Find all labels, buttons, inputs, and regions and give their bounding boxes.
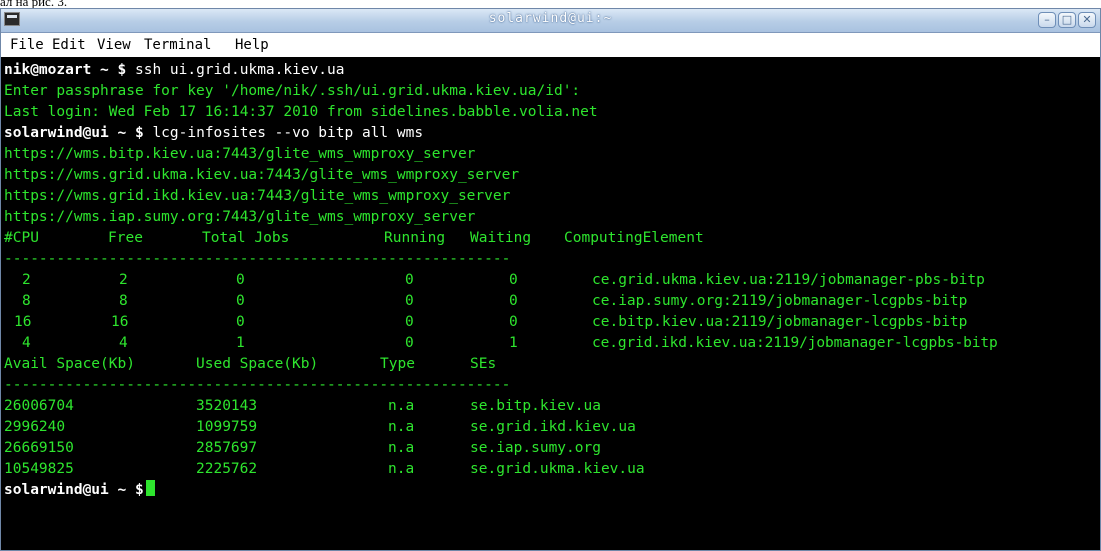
ce-waiting: 0 [509,314,518,330]
ce-cpu: 8 [22,293,31,309]
ce-name: ce.grid.ikd.kiev.ua:2119/jobmanager-lcgp… [592,335,998,351]
se-avail: 26006704 [4,398,74,414]
window-title: solarwind@ui:~ [488,11,613,26]
prompt-user: solarwind@ui [4,482,109,498]
se-used: 3520143 [196,398,258,414]
table-row: 4 4 1 0 1 ce.grid.ikd.kiev.ua:2119/jobma… [4,333,1100,354]
wms-endpoint: https://wms.iap.sumy.org:7443/glite_wms_… [4,209,476,225]
prompt-user: solarwind@ui [4,125,109,141]
se-type: n.a [388,398,415,414]
ce-total-jobs: 1 [236,335,245,351]
ce-running: 0 [405,314,414,330]
menu-edit[interactable]: Edit [52,37,86,53]
se-type: n.a [388,419,415,435]
command-text: ssh ui.grid.ukma.kiev.ua [134,62,345,78]
prompt-symbol: $ [134,125,144,141]
wms-endpoint: https://wms.grid.ikd.kiev.ua:7443/glite_… [4,188,511,204]
menu-file[interactable]: File [10,37,44,53]
ce-header-computing-element: ComputingElement [564,230,704,246]
prompt-line: solarwind@ui ~ $ lcg-infosites --vo bitp… [4,123,423,144]
ce-free: 4 [119,335,128,351]
command-text: lcg-infosites --vo bitp all wms [152,125,424,141]
ce-name: ce.iap.sumy.org:2119/jobmanager-lcgpbs-b… [592,293,968,309]
table-row: 2996240 1099759 n.a se.grid.ikd.kiev.ua [4,417,1094,438]
table-row: 10549825 2225762 n.a se.grid.ukma.kiev.u… [4,459,1094,480]
se-used: 2225762 [196,461,258,477]
wms-endpoint: https://wms.bitp.kiev.ua:7443/glite_wms_… [4,146,476,162]
maximize-button[interactable]: □ [1058,12,1076,28]
ce-running: 0 [405,293,414,309]
ce-header-free: Free [108,230,143,246]
prompt-path: ~ [117,482,127,498]
table-row: 26006704 3520143 n.a se.bitp.kiev.ua [4,396,1094,417]
se-type: n.a [388,440,415,456]
ce-waiting: 0 [509,272,518,288]
output-line: Last login: Wed Feb 17 16:14:37 2010 fro… [4,104,598,120]
ce-header-row: #CPU Free Total Jobs Running Waiting Com… [4,228,1094,249]
ce-free: 2 [119,272,128,288]
se-header-avail: Avail Space(Kb) [4,356,135,372]
ce-free: 16 [111,314,129,330]
prompt-user: nik@mozart [4,62,92,78]
terminal-window: solarwind@ui:~ – □ ✕ File Edit View Term… [0,8,1101,551]
se-avail: 10549825 [4,461,74,477]
ce-total-jobs: 0 [236,314,245,330]
se-type: n.a [388,461,415,477]
close-button[interactable]: ✕ [1078,12,1096,28]
prompt-line: solarwind@ui ~ $ [4,480,155,501]
se-used: 1099759 [196,419,258,435]
ce-waiting: 0 [509,293,518,309]
wms-endpoint: https://wms.grid.ukma.kiev.ua:7443/glite… [4,167,520,183]
prompt-line: nik@mozart ~ $ ssh ui.grid.ukma.kiev.ua [4,60,345,81]
ce-name: ce.grid.ukma.kiev.ua:2119/jobmanager-pbs… [592,272,985,288]
terminal-output[interactable]: nik@mozart ~ $ ssh ui.grid.ukma.kiev.ua … [1,58,1100,550]
table-row: 16 16 0 0 0 ce.bitp.kiev.ua:2119/jobmana… [4,312,1094,333]
se-header-ses: SEs [470,356,497,372]
table-row: 26669150 2857697 n.a se.iap.sumy.org [4,438,1094,459]
ce-free: 8 [119,293,128,309]
ce-header-total-jobs: Total Jobs [202,230,290,246]
ce-total-jobs: 0 [236,293,245,309]
ce-waiting: 1 [509,335,518,351]
menu-help[interactable]: Help [235,37,269,53]
caption-text: ал на рис. 3. [0,0,68,9]
se-name: se.bitp.kiev.ua [470,398,601,414]
title-bar[interactable]: solarwind@ui:~ – □ ✕ [1,9,1100,33]
prompt-path: ~ [100,62,109,78]
ce-header-running: Running [384,230,446,246]
menu-view[interactable]: View [97,37,131,53]
se-avail: 2996240 [4,419,66,435]
output-line: Enter passphrase for key '/home/nik/.ssh… [4,83,581,99]
ce-name: ce.bitp.kiev.ua:2119/jobmanager-lcgpbs-b… [592,314,968,330]
se-used: 2857697 [196,440,258,456]
table-row: 2 2 0 0 0 ce.grid.ukma.kiev.ua:2119/jobm… [4,270,1094,291]
ce-running: 0 [405,335,414,351]
se-avail: 26669150 [4,440,74,456]
se-header-type: Type [380,356,415,372]
ce-cpu: 16 [14,314,32,330]
ce-header-cpu: #CPU [4,230,39,246]
ce-running: 0 [405,272,414,288]
menu-terminal[interactable]: Terminal [144,37,211,53]
table-row: 8 8 0 0 0 ce.iap.sumy.org:2119/jobmanage… [4,291,1094,312]
ce-cpu: 4 [22,335,31,351]
separator-line: ----------------------------------------… [4,377,511,393]
se-name: se.grid.ikd.kiev.ua [470,419,636,435]
se-name: se.iap.sumy.org [470,440,601,456]
separator-line: ----------------------------------------… [4,251,511,267]
text-cursor [145,480,155,496]
prompt-symbol: $ [117,62,127,78]
se-header-row: Avail Space(Kb) Used Space(Kb) Type SEs [4,354,1094,375]
prompt-path: ~ [117,125,127,141]
se-name: se.grid.ukma.kiev.ua [470,461,645,477]
ce-cpu: 2 [22,272,31,288]
minimize-button[interactable]: – [1038,12,1056,28]
ce-header-waiting: Waiting [470,230,532,246]
ce-total-jobs: 0 [236,272,245,288]
menu-bar: File Edit View Terminal Help [1,33,1100,57]
se-header-used: Used Space(Kb) [196,356,319,372]
prompt-symbol: $ [134,482,144,498]
